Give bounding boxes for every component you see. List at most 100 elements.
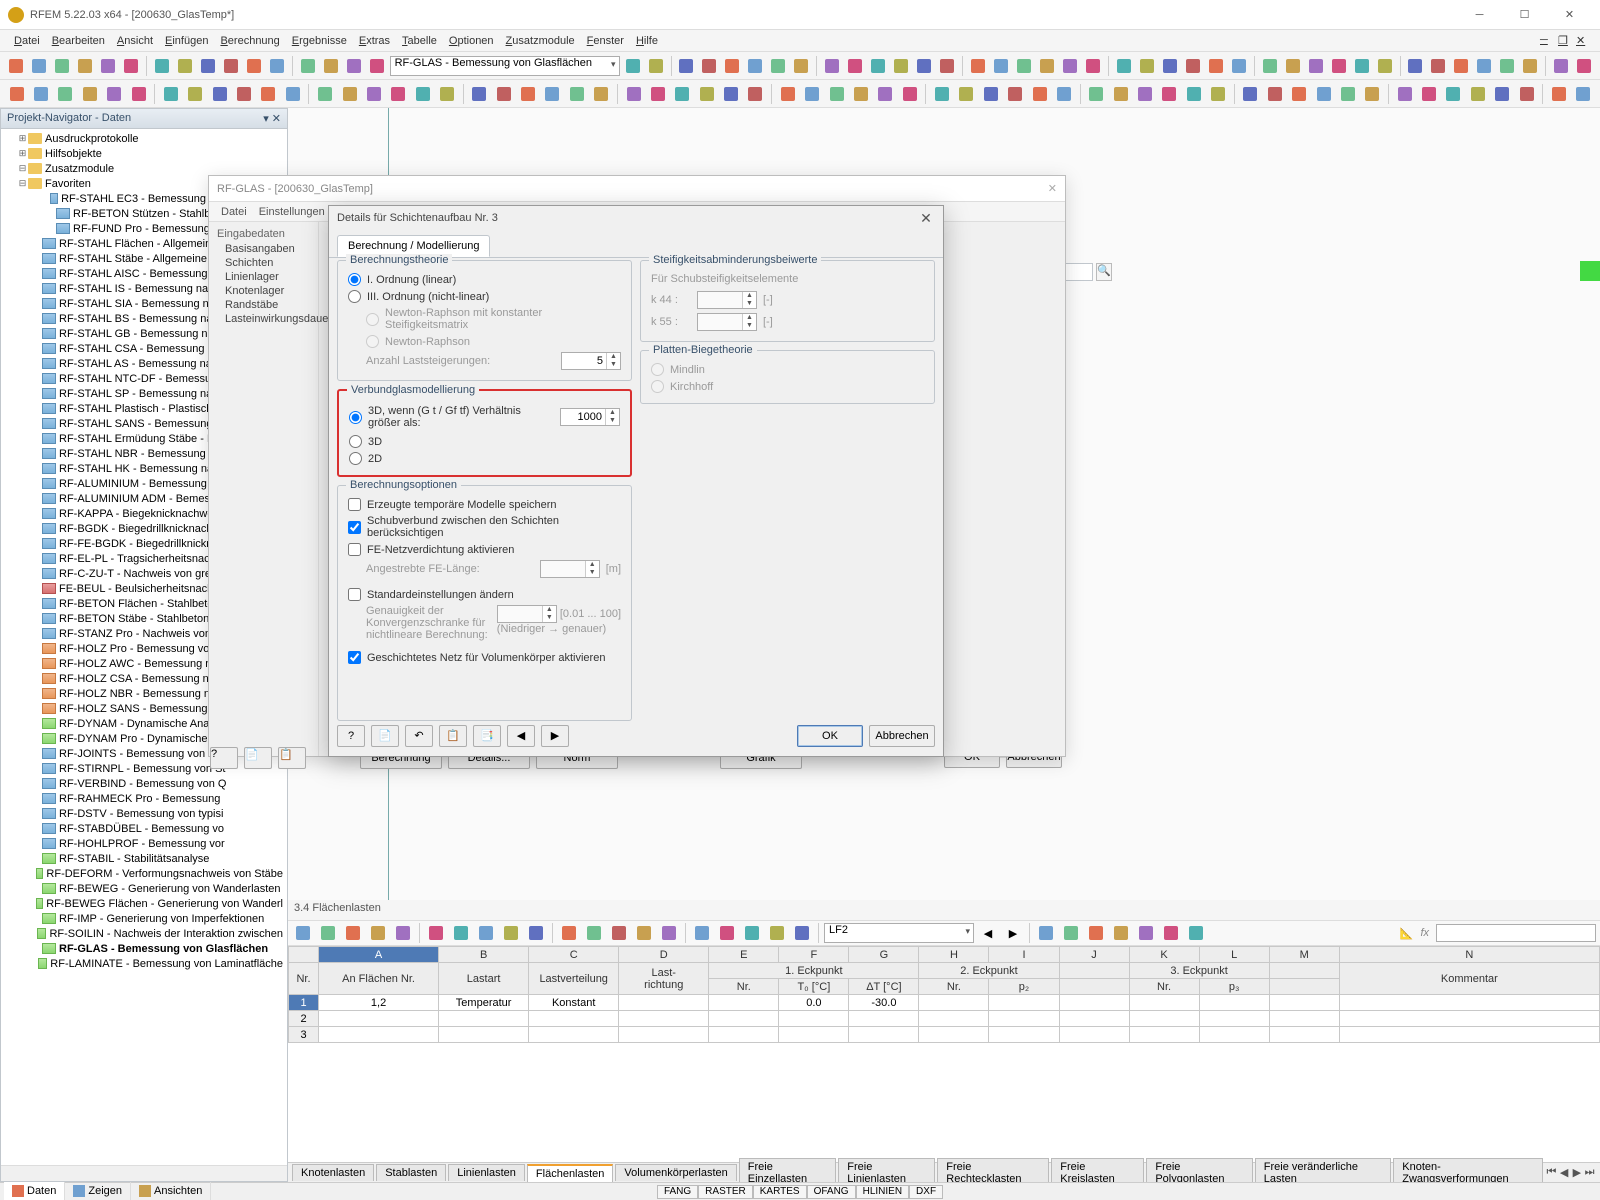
table-tab[interactable]: Linienlasten: [448, 1164, 525, 1181]
toolbar-button-9[interactable]: [233, 83, 254, 105]
toolbar-button-15[interactable]: [388, 83, 409, 105]
row-header[interactable]: 3: [289, 1027, 319, 1043]
table-tool-4[interactable]: [392, 922, 414, 944]
toolbar-button-42[interactable]: [1086, 83, 1107, 105]
toolbar-button-14[interactable]: [363, 83, 384, 105]
toolbar-button-45[interactable]: [1329, 55, 1349, 77]
col-letter[interactable]: D: [619, 947, 709, 963]
col-letter[interactable]: K: [1129, 947, 1199, 963]
toolbar-button-36[interactable]: [931, 83, 952, 105]
menu-bearbeiten[interactable]: Bearbeiten: [46, 35, 111, 47]
side-item[interactable]: Randstäbe: [217, 298, 310, 312]
cell[interactable]: [1059, 995, 1129, 1011]
table-tool-20[interactable]: [1035, 922, 1057, 944]
cell[interactable]: 0.0: [779, 995, 849, 1011]
toolbar-button-48[interactable]: [1240, 83, 1261, 105]
mdi-minimize[interactable]: ─: [1534, 34, 1550, 47]
side-item[interactable]: Linienlager: [217, 270, 310, 284]
tree-module[interactable]: RF-VERBIND - Bemessung von Q: [3, 776, 285, 791]
toolbar-button-0[interactable]: [6, 83, 27, 105]
table-tool-11[interactable]: [583, 922, 605, 944]
rfglas-titlebar[interactable]: RF-GLAS - [200630_GlasTemp] ✕: [209, 176, 1065, 202]
col-letter[interactable]: N: [1339, 947, 1599, 963]
toolbar-button-49[interactable]: [1428, 55, 1448, 77]
toolbar-button-28[interactable]: [720, 83, 741, 105]
toolbar-button-31[interactable]: [991, 55, 1011, 77]
cell[interactable]: [529, 1027, 619, 1043]
toolbar-button-31[interactable]: [801, 83, 822, 105]
cell[interactable]: [1269, 1027, 1339, 1043]
toolbar-button-53[interactable]: [1520, 55, 1540, 77]
table-tool-8[interactable]: [500, 922, 522, 944]
cell[interactable]: [1059, 1011, 1129, 1027]
menu-tabelle[interactable]: Tabelle: [396, 35, 443, 47]
close-button[interactable]: ✕: [1547, 1, 1592, 29]
cell[interactable]: [1199, 995, 1269, 1011]
toolbar-button-13[interactable]: [339, 83, 360, 105]
cell[interactable]: -30.0: [849, 995, 919, 1011]
toolbar-button-56[interactable]: [1443, 83, 1464, 105]
toolbar-button-24[interactable]: [822, 55, 842, 77]
toolbar-button-7[interactable]: [185, 83, 206, 105]
table-tool-16[interactable]: [716, 922, 738, 944]
toolbar-button-2[interactable]: [55, 83, 76, 105]
toolbar-button-4[interactable]: [98, 55, 118, 77]
table-tool-24[interactable]: [1135, 922, 1157, 944]
toolbar-button-12[interactable]: [314, 83, 335, 105]
tab-nav[interactable]: ◀: [1558, 1166, 1571, 1179]
toolbar-button-14[interactable]: [344, 55, 364, 77]
cell[interactable]: [319, 1011, 439, 1027]
tree-module[interactable]: RF-RAHMECK Pro - Bemessung: [3, 791, 285, 806]
tool-icon-6[interactable]: ▶: [541, 725, 569, 747]
navigator-pin-icon[interactable]: ▾ ✕: [263, 112, 281, 125]
ftool-2[interactable]: 📋: [278, 747, 306, 769]
menu-einfuegen[interactable]: Einfügen: [159, 35, 214, 47]
toolbar-button-37[interactable]: [956, 83, 977, 105]
toolbar-button-55[interactable]: [1418, 83, 1439, 105]
toolbar-button-20[interactable]: [517, 83, 538, 105]
help-button[interactable]: ?: [210, 747, 238, 769]
row-header[interactable]: 2: [289, 1011, 319, 1027]
side-item[interactable]: Basisangaben: [217, 242, 310, 256]
cell[interactable]: [1129, 1011, 1199, 1027]
steps-spinner[interactable]: ▲▼: [561, 352, 621, 370]
toolbar-button-58[interactable]: [1491, 83, 1512, 105]
toolbar-button-32[interactable]: [826, 83, 847, 105]
col-letter[interactable]: L: [1199, 947, 1269, 963]
cell[interactable]: [1199, 1027, 1269, 1043]
toolbar-button-21[interactable]: [745, 55, 765, 77]
cell[interactable]: [709, 1011, 779, 1027]
mdi-restore[interactable]: ❐: [1552, 34, 1568, 47]
lc-next[interactable]: ▶: [1002, 922, 1024, 944]
table-tool-3[interactable]: [367, 922, 389, 944]
rfglas-close-icon[interactable]: ✕: [1048, 182, 1057, 195]
toolbar-button-60[interactable]: [1548, 83, 1569, 105]
tree-module[interactable]: RF-SOILIN - Nachweis der Interaktion zwi…: [3, 926, 285, 941]
side-item[interactable]: Knotenlager: [217, 284, 310, 298]
help-icon[interactable]: ?: [337, 725, 365, 747]
cell[interactable]: [779, 1027, 849, 1043]
toolbar-combo[interactable]: RF-GLAS - Bemessung von Glasflächen: [390, 56, 620, 76]
table-tool-0[interactable]: [292, 922, 314, 944]
cell[interactable]: [439, 1027, 529, 1043]
table-tool-12[interactable]: [608, 922, 630, 944]
toolbar-button-35[interactable]: [899, 83, 920, 105]
cell[interactable]: [439, 1011, 529, 1027]
ok-button[interactable]: OK: [797, 725, 863, 747]
toolbar-button-40[interactable]: [1029, 83, 1050, 105]
toolbar-button-3[interactable]: [79, 83, 100, 105]
cell[interactable]: [619, 1027, 709, 1043]
col-letter[interactable]: B: [439, 947, 529, 963]
toolbar-button-5[interactable]: [128, 83, 149, 105]
cell[interactable]: [529, 1011, 619, 1027]
cell[interactable]: [1129, 1027, 1199, 1043]
toolbar-button-37[interactable]: [1137, 55, 1157, 77]
table-tool-18[interactable]: [766, 922, 788, 944]
menu-berechnung[interactable]: Berechnung: [214, 35, 285, 47]
toolbar-button-48[interactable]: [1406, 55, 1426, 77]
row-header[interactable]: 1: [289, 995, 319, 1011]
table-tab[interactable]: Flächenlasten: [527, 1164, 614, 1182]
col-letter[interactable]: E: [709, 947, 779, 963]
cell[interactable]: [319, 1027, 439, 1043]
tree-folder[interactable]: ⊟Zusatzmodule: [3, 161, 285, 176]
